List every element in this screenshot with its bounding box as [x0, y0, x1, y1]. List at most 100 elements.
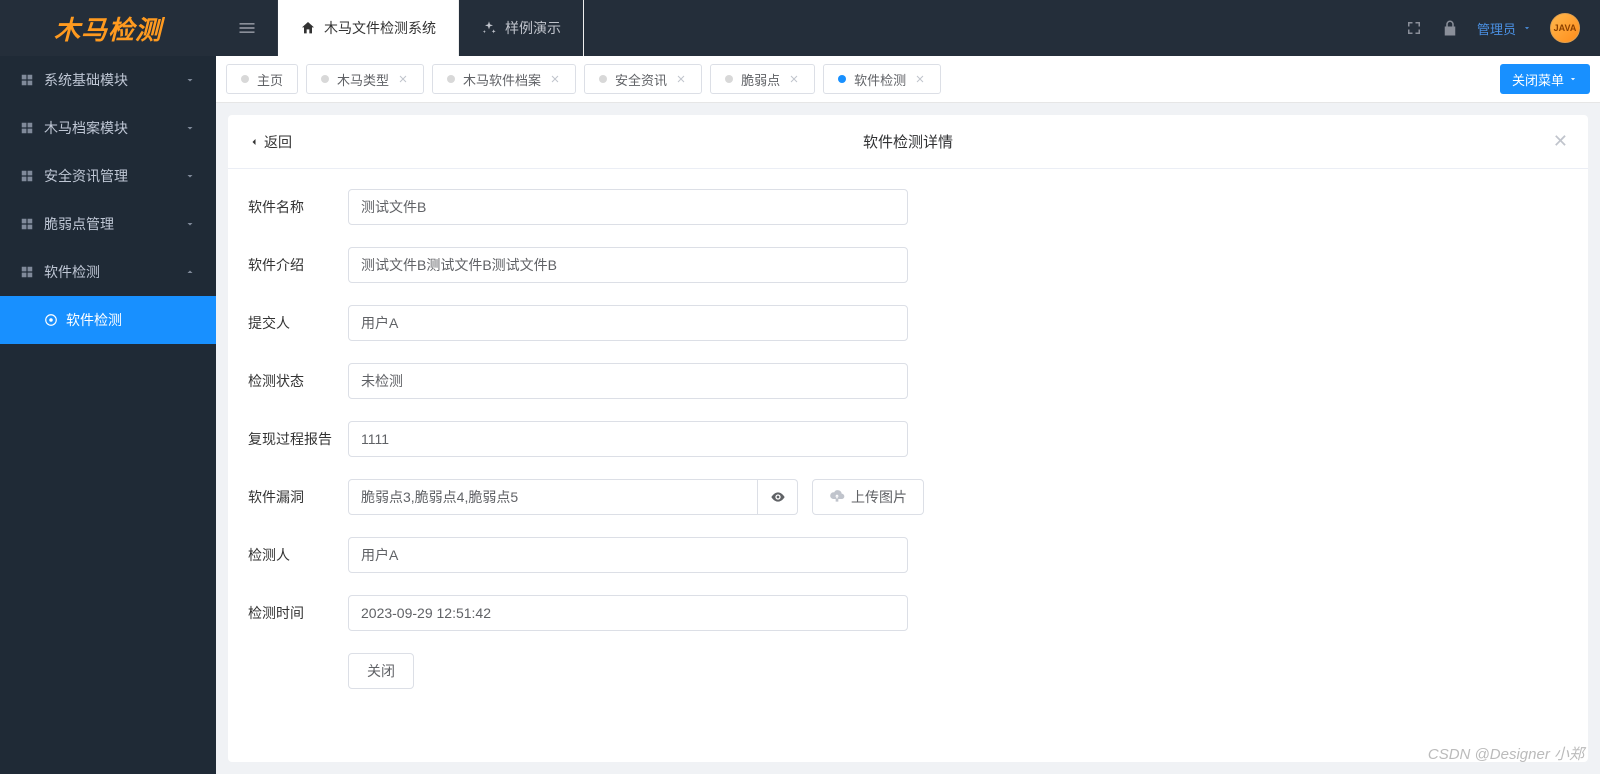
- close-button-label: 关闭: [367, 663, 395, 679]
- label-status: 检测状态: [248, 371, 348, 391]
- fullscreen-icon[interactable]: [1405, 19, 1423, 37]
- main: 主页 木马类型 木马软件档案 安全资讯: [216, 56, 1600, 774]
- topbar: 木马检测 木马文件检测系统 样例演示 管理员 JAVA: [0, 0, 1600, 56]
- label-intro: 软件介绍: [248, 255, 348, 275]
- upload-image-button[interactable]: 上传图片: [812, 479, 924, 515]
- view-vuln-button[interactable]: [758, 479, 798, 515]
- user-menu[interactable]: 管理员: [1477, 19, 1532, 38]
- tab-vulnerability[interactable]: 脆弱点: [710, 64, 815, 94]
- input-vuln[interactable]: [348, 479, 758, 515]
- back-label: 返回: [264, 132, 292, 152]
- topbar-right: 管理员 JAVA: [1405, 13, 1600, 43]
- label-vuln: 软件漏洞: [248, 487, 348, 507]
- tab-label: 脆弱点: [741, 70, 780, 89]
- chevron-down-icon: [184, 218, 196, 230]
- sidebar-item-software-detect[interactable]: 软件检测: [0, 248, 216, 296]
- chevron-left-icon: [248, 136, 260, 148]
- tab-label: 主页: [257, 70, 283, 89]
- chevron-down-icon: [1568, 74, 1578, 84]
- content-panel: 返回 软件检测详情 ✕ 软件名称 软件介绍 提交人: [228, 115, 1588, 762]
- sidebar-item-label: 脆弱点管理: [44, 214, 114, 234]
- lock-icon[interactable]: [1441, 19, 1459, 37]
- label-inspector: 检测人: [248, 545, 348, 565]
- sidebar-item-label: 安全资讯管理: [44, 166, 128, 186]
- tab-security-info[interactable]: 安全资讯: [584, 64, 702, 94]
- chevron-up-icon: [184, 266, 196, 278]
- sidebar-sub-label: 软件检测: [66, 310, 122, 330]
- input-submitter[interactable]: [348, 305, 908, 341]
- dot-icon: [241, 75, 249, 83]
- sidebar-item-security-info[interactable]: 安全资讯管理: [0, 152, 216, 200]
- dot-icon: [725, 75, 733, 83]
- dot-icon: [321, 75, 329, 83]
- sidebar: 系统基础模块 木马档案模块 安全资讯管理 脆弱点管理 软件检测: [0, 56, 216, 774]
- tabs-row: 主页 木马类型 木马软件档案 安全资讯: [216, 56, 1600, 103]
- user-label: 管理员: [1477, 19, 1516, 38]
- close-icon[interactable]: [549, 73, 561, 85]
- top-tab-label: 木马文件检测系统: [324, 18, 436, 38]
- sidebar-item-system-base[interactable]: 系统基础模块: [0, 56, 216, 104]
- tab-label: 软件检测: [854, 70, 906, 89]
- sidebar-item-label: 软件检测: [44, 262, 100, 282]
- input-inspector[interactable]: [348, 537, 908, 573]
- chevron-down-icon: [1522, 23, 1532, 33]
- tab-label: 安全资讯: [615, 70, 667, 89]
- logo[interactable]: 木马检测: [0, 0, 216, 56]
- avatar-text: JAVA: [1554, 23, 1577, 33]
- hamburger-toggle[interactable]: [216, 0, 278, 56]
- label-report: 复现过程报告: [248, 429, 348, 449]
- grid-icon: [20, 217, 34, 231]
- watermark: CSDN @Designer 小郑: [1428, 743, 1584, 764]
- input-intro[interactable]: [348, 247, 908, 283]
- sidebar-item-vulnerability[interactable]: 脆弱点管理: [0, 200, 216, 248]
- grid-icon: [20, 169, 34, 183]
- close-icon[interactable]: [675, 73, 687, 85]
- back-link[interactable]: 返回: [248, 132, 292, 152]
- close-icon[interactable]: [914, 73, 926, 85]
- target-icon: [44, 313, 58, 327]
- cloud-upload-icon: [829, 489, 845, 505]
- close-menu-label: 关闭菜单: [1512, 70, 1564, 89]
- grid-icon: [20, 265, 34, 279]
- top-tab-system[interactable]: 木马文件检测系统: [278, 0, 459, 56]
- tab-label: 木马类型: [337, 70, 389, 89]
- grid-icon: [20, 73, 34, 87]
- grid-icon: [20, 121, 34, 135]
- label-submitter: 提交人: [248, 313, 348, 333]
- content-header: 返回 软件检测详情 ✕: [228, 115, 1588, 169]
- detail-form: 软件名称 软件介绍 提交人 检测状态: [228, 169, 1588, 731]
- sidebar-item-label: 系统基础模块: [44, 70, 128, 90]
- logo-text: 木马检测: [54, 10, 162, 47]
- sparkle-icon: [481, 20, 497, 36]
- label-time: 检测时间: [248, 603, 348, 623]
- tab-label: 木马软件档案: [463, 70, 541, 89]
- close-button[interactable]: 关闭: [348, 653, 414, 689]
- close-icon[interactable]: [788, 73, 800, 85]
- input-time[interactable]: [348, 595, 908, 631]
- top-tab-demo[interactable]: 样例演示: [459, 0, 584, 56]
- close-panel-icon[interactable]: ✕: [1553, 131, 1568, 152]
- tab-home[interactable]: 主页: [226, 64, 298, 94]
- chevron-down-icon: [184, 74, 196, 86]
- sidebar-item-label: 木马档案模块: [44, 118, 128, 138]
- eye-icon: [770, 489, 786, 505]
- dot-icon: [447, 75, 455, 83]
- avatar[interactable]: JAVA: [1550, 13, 1580, 43]
- input-report[interactable]: [348, 421, 908, 457]
- top-tab-label: 样例演示: [505, 18, 561, 38]
- input-status[interactable]: [348, 363, 908, 399]
- input-name[interactable]: [348, 189, 908, 225]
- tab-trojan-type[interactable]: 木马类型: [306, 64, 424, 94]
- top-tabs: 木马文件检测系统 样例演示: [278, 0, 584, 56]
- close-icon[interactable]: [397, 73, 409, 85]
- close-menu-button[interactable]: 关闭菜单: [1500, 64, 1590, 94]
- dot-icon: [838, 75, 846, 83]
- tab-software-detect[interactable]: 软件检测: [823, 64, 941, 94]
- sidebar-item-trojan-archive[interactable]: 木马档案模块: [0, 104, 216, 152]
- tab-trojan-archive[interactable]: 木马软件档案: [432, 64, 576, 94]
- hamburger-icon: [237, 18, 257, 38]
- home-icon: [300, 20, 316, 36]
- chevron-down-icon: [184, 170, 196, 182]
- sidebar-sub-software-detect[interactable]: 软件检测: [0, 296, 216, 344]
- page-title: 软件检测详情: [863, 131, 953, 152]
